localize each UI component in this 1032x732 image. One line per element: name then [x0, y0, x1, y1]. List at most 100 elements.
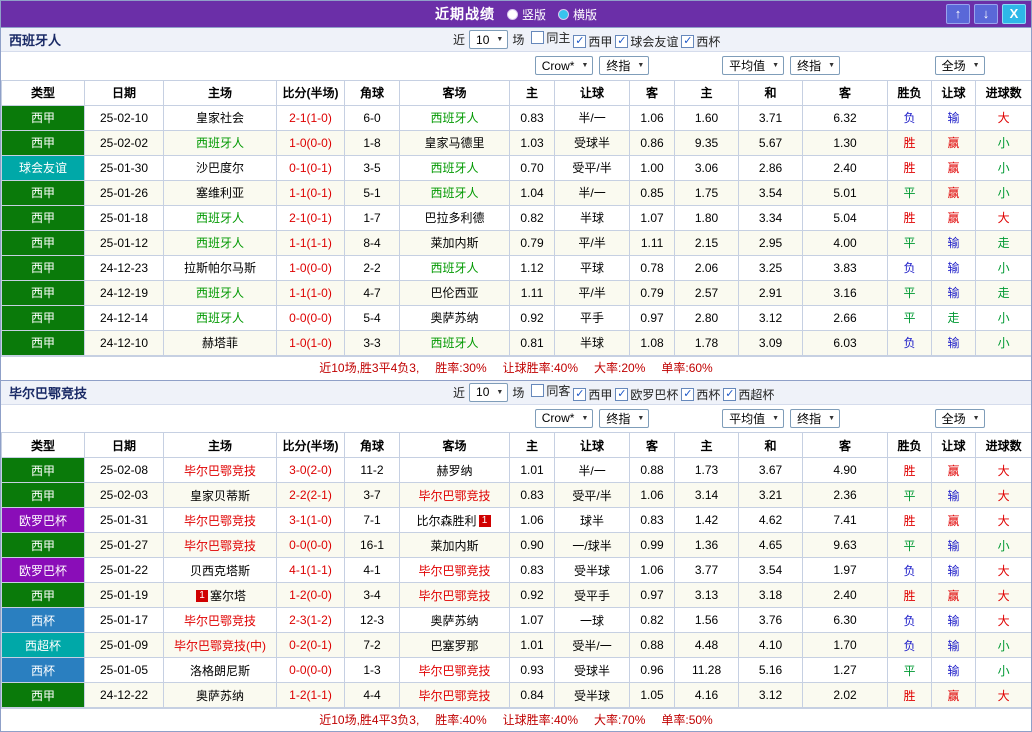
asia-away-odds-cell: 0.99: [630, 533, 675, 558]
euro-away-odds-cell: 1.27: [803, 658, 888, 683]
home-team-cell: 奥萨苏纳: [164, 683, 277, 708]
filter-checkbox-label: 西杯: [696, 386, 720, 403]
radio-vertical-label: 竖版: [522, 6, 546, 23]
away-team-cell: 西班牙人: [400, 255, 510, 280]
filter-checkbox[interactable]: 同主: [531, 29, 570, 46]
col-header-home: 主场: [164, 80, 277, 105]
filter-checkbox[interactable]: ✓西杯: [681, 33, 720, 50]
home-team-cell: 毕尔巴鄂竞技: [164, 458, 277, 483]
score-cell: 2-1(0-1): [277, 205, 345, 230]
odds-company-select[interactable]: Crow*▼: [535, 56, 594, 75]
col-header-asia-home: 主: [510, 433, 555, 458]
filter-checkbox[interactable]: 同客: [531, 382, 570, 399]
col-header-asia-home: 主: [510, 80, 555, 105]
matches-count-select[interactable]: 10▼: [469, 383, 508, 402]
goals-result-cell: 大: [976, 483, 1032, 508]
league-type-cell: 西杯: [2, 658, 85, 683]
euro-average-select[interactable]: 平均值▼: [722, 409, 784, 428]
recent-results-window: 近期战绩 竖版 横版 ↑ ↓ X 西班牙人 近 10▼ 场: [0, 0, 1032, 732]
filter-checkbox[interactable]: ✓西超杯: [723, 386, 774, 403]
league-type-cell: 西甲: [2, 458, 85, 483]
date-cell: 25-01-05: [85, 658, 164, 683]
euro-away-odds-cell: 2.40: [803, 583, 888, 608]
asia-home-odds-cell: 0.84: [510, 683, 555, 708]
euro-average-select[interactable]: 平均值▼: [722, 56, 784, 75]
result-cell: 平: [888, 180, 932, 205]
result-cell: 平: [888, 280, 932, 305]
match-row: 西甲24-12-19西班牙人1-1(1-0)4-7巴伦西亚1.11平/半0.79…: [2, 280, 1032, 305]
league-type-cell: 西甲: [2, 483, 85, 508]
col-header-result: 胜负: [888, 433, 932, 458]
goals-result-cell: 小: [976, 533, 1032, 558]
close-button[interactable]: X: [1002, 4, 1026, 24]
col-header-goals: 进球数: [976, 433, 1032, 458]
corner-cell: 4-1: [345, 558, 400, 583]
summary-record: 近10场,胜4平3负3,: [319, 713, 419, 727]
filter-checkbox[interactable]: ✓西甲: [573, 386, 612, 403]
scope-select[interactable]: 全场▼: [935, 409, 985, 428]
euro-away-odds-cell: 2.66: [803, 305, 888, 330]
home-team-cell: 洛格朗尼斯: [164, 658, 277, 683]
filter-checkbox-label: 西甲: [588, 33, 612, 50]
date-cell: 25-02-10: [85, 105, 164, 130]
euro-draw-odds-cell: 2.91: [739, 280, 803, 305]
asia-handicap-cell: 球半: [555, 508, 630, 533]
home-team-cell: 贝西克塔斯: [164, 558, 277, 583]
score-cell: 3-1(1-0): [277, 508, 345, 533]
layout-radio-vertical[interactable]: 竖版: [507, 6, 546, 23]
filter-checkbox[interactable]: ✓欧罗巴杯: [615, 386, 678, 403]
corner-cell: 8-4: [345, 230, 400, 255]
date-cell: 25-01-09: [85, 633, 164, 658]
goals-result-cell: 大: [976, 558, 1032, 583]
home-team-cell: 毕尔巴鄂竞技: [164, 508, 277, 533]
away-team-cell: 毕尔巴鄂竞技: [400, 683, 510, 708]
layout-radio-horizontal[interactable]: 横版: [558, 6, 597, 23]
asia-away-odds-cell: 1.05: [630, 683, 675, 708]
checkbox-checked-icon: ✓: [681, 35, 694, 48]
away-team-cell: 奥萨苏纳: [400, 608, 510, 633]
scroll-up-button[interactable]: ↑: [946, 4, 970, 24]
euro-stage-select[interactable]: 终指▼: [790, 56, 840, 75]
euro-home-odds-cell: 1.75: [675, 180, 739, 205]
filter-checkbox-label: 欧罗巴杯: [630, 386, 678, 403]
euro-away-odds-cell: 6.03: [803, 330, 888, 355]
euro-home-odds-cell: 4.16: [675, 683, 739, 708]
filter-checkbox[interactable]: ✓西杯: [681, 386, 720, 403]
filter-checkbox[interactable]: ✓球会友谊: [615, 33, 678, 50]
asia-home-odds-cell: 0.93: [510, 658, 555, 683]
col-header-date: 日期: [85, 80, 164, 105]
handicap-result-cell: 输: [932, 558, 976, 583]
asia-handicap-cell: 受平/半: [555, 483, 630, 508]
asia-home-odds-cell: 0.83: [510, 483, 555, 508]
checkbox-unchecked-icon: [531, 384, 544, 397]
handicap-result-cell: 输: [932, 280, 976, 305]
filter-checkbox-label: 球会友谊: [630, 33, 678, 50]
filter-checkbox[interactable]: ✓西甲: [573, 33, 612, 50]
euro-away-odds-cell: 2.36: [803, 483, 888, 508]
score-cell: 1-1(1-0): [277, 280, 345, 305]
asia-handicap-cell: 平球: [555, 255, 630, 280]
euro-draw-odds-cell: 5.67: [739, 130, 803, 155]
asia-home-odds-cell: 0.83: [510, 105, 555, 130]
filter-checkbox-label: 西杯: [696, 33, 720, 50]
home-team-cell: 1塞尔塔: [164, 583, 277, 608]
matches-table: Crow*▼ 终指▼ 平均值▼ 终指▼ 全场▼ 类型 日期 主场 比分(半场): [1, 405, 1032, 709]
goals-result-cell: 大: [976, 683, 1032, 708]
euro-draw-odds-cell: 3.25: [739, 255, 803, 280]
home-team-cell: 皇家贝蒂斯: [164, 483, 277, 508]
euro-stage-select[interactable]: 终指▼: [790, 409, 840, 428]
odds-company-select[interactable]: Crow*▼: [535, 409, 594, 428]
matches-count-select[interactable]: 10▼: [469, 30, 508, 49]
result-cell: 负: [888, 558, 932, 583]
odds-stage-select[interactable]: 终指▼: [599, 409, 649, 428]
asia-handicap-cell: 受半/一: [555, 633, 630, 658]
odds-stage-select[interactable]: 终指▼: [599, 56, 649, 75]
match-row: 西杯25-01-05洛格朗尼斯0-0(0-0)1-3毕尔巴鄂竞技0.93受球半0…: [2, 658, 1032, 683]
asia-away-odds-cell: 1.08: [630, 330, 675, 355]
euro-home-odds-cell: 4.48: [675, 633, 739, 658]
corner-cell: 1-8: [345, 130, 400, 155]
euro-draw-odds-cell: 3.34: [739, 205, 803, 230]
scroll-down-button[interactable]: ↓: [974, 4, 998, 24]
scope-select[interactable]: 全场▼: [935, 56, 985, 75]
euro-home-odds-cell: 3.13: [675, 583, 739, 608]
